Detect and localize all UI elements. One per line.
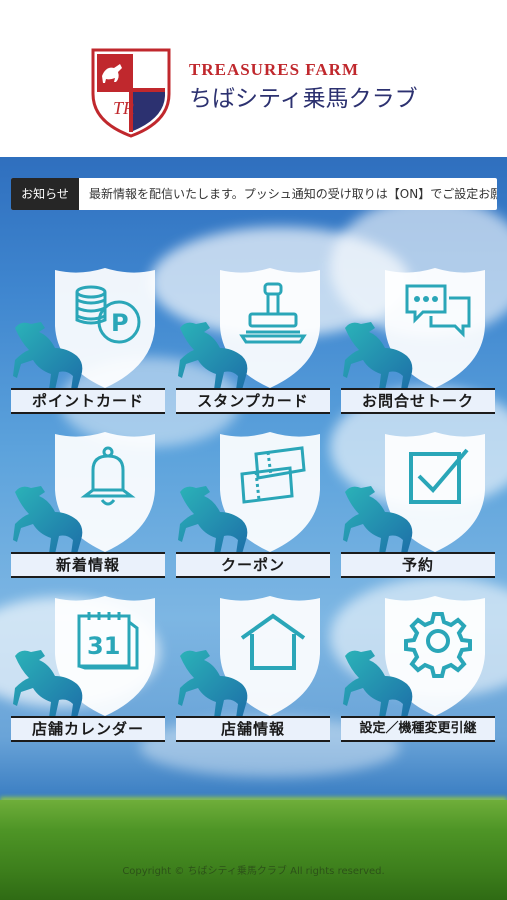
tile-label: 設定／機種変更引継 [341, 716, 495, 742]
app-header: TR TREASURES FARM ちばシティ乗馬クラブ [0, 0, 507, 157]
ticker-text: 最新情報を配信いたします。プッシュ通知の受け取りは【ON】でご設定お願いします。 [89, 187, 497, 201]
calendar-icon: 31 [77, 612, 139, 670]
tile-label: スタンプカード [176, 388, 330, 414]
menu-tile-point-card[interactable]: P ポイントカード [11, 266, 165, 416]
coupon-icon [240, 446, 306, 504]
coins-p-icon: P [75, 285, 141, 344]
tile-label: 予約 [341, 552, 495, 578]
gear-icon [404, 612, 472, 678]
tile-label: 店舗情報 [176, 716, 330, 742]
ticker-label: お知らせ [11, 178, 79, 210]
menu-tile-settings[interactable]: 設定／機種変更引継 [341, 594, 495, 744]
tile-label: ポイントカード [11, 388, 165, 414]
copyright-text: Copyright © ちばシティ乗馬クラブ All rights reserv… [122, 866, 385, 877]
crest-letters: TR [113, 98, 134, 118]
checkbox-icon [409, 448, 469, 504]
brand-title: ちばシティ乗馬クラブ [189, 86, 418, 112]
stamp-icon [239, 282, 307, 344]
menu-tile-store-calendar[interactable]: 31 店舗カレンダー [11, 594, 165, 744]
grass-field [0, 800, 507, 900]
svg-text:P: P [111, 309, 129, 337]
calendar-day: 31 [87, 632, 120, 660]
tile-label: 店舗カレンダー [11, 716, 165, 742]
crest-logo-icon: TR [91, 48, 171, 138]
tile-label: お問合せトーク [341, 388, 495, 414]
menu-tile-stamp-card[interactable]: スタンプカード [176, 266, 330, 416]
brand-subtitle: TREASURES FARM [189, 60, 360, 79]
menu-tile-inquiry-talk[interactable]: お問合せトーク [341, 266, 495, 416]
tile-label: クーポン [176, 552, 330, 578]
bell-icon [80, 446, 136, 506]
menu-tile-news[interactable]: 新着情報 [11, 430, 165, 580]
chat-icon [405, 284, 471, 338]
menu-tile-store-info[interactable]: 店舗情報 [176, 594, 330, 744]
news-ticker[interactable]: お知らせ 最新情報を配信いたします。プッシュ通知の受け取りは【ON】でご設定お願… [11, 178, 497, 210]
menu-tile-reservation[interactable]: 予約 [341, 430, 495, 580]
menu-tile-coupon[interactable]: クーポン [176, 430, 330, 580]
house-icon [240, 613, 306, 670]
tile-label: 新着情報 [11, 552, 165, 578]
